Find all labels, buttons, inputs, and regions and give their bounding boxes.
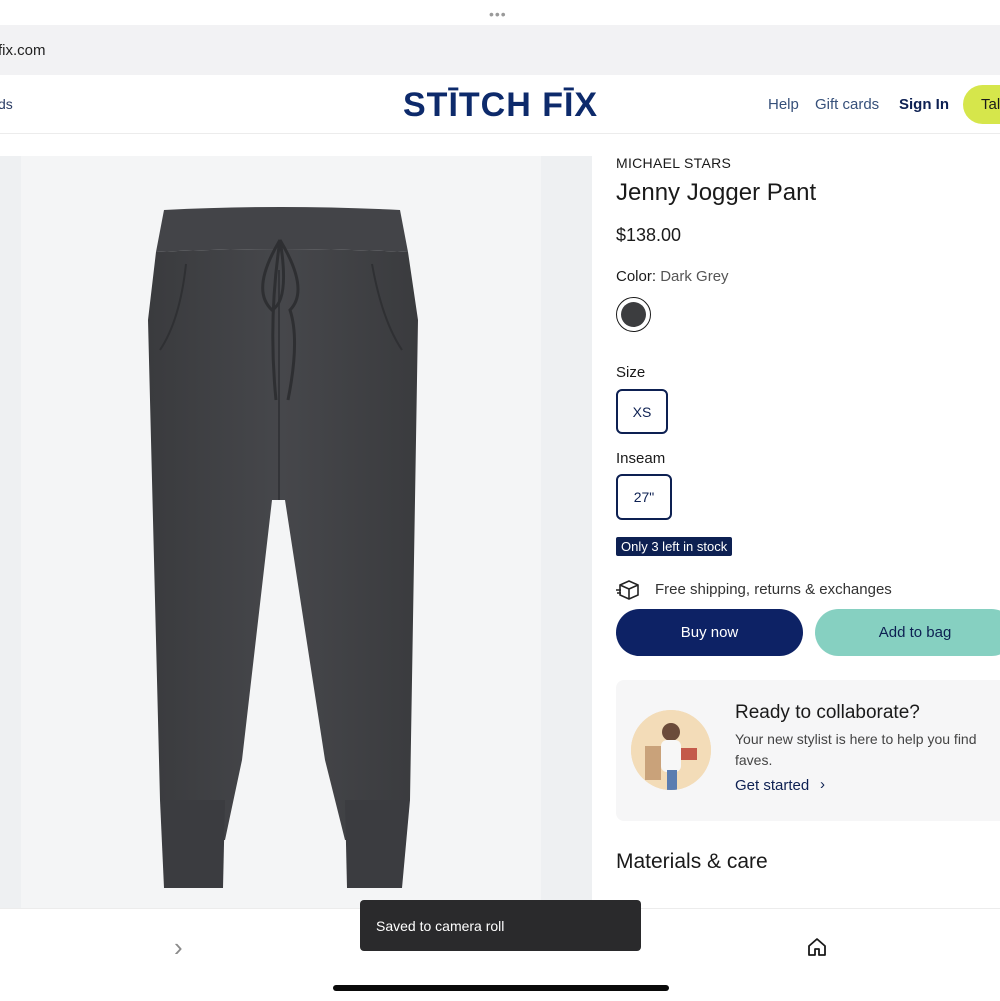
color-value: Dark Grey bbox=[660, 268, 729, 285]
get-started-link[interactable]: Get started bbox=[735, 777, 809, 794]
shipping-text: Free shipping, returns & exchanges bbox=[655, 581, 892, 598]
inseam-label: Inseam bbox=[616, 450, 666, 467]
product-image[interactable] bbox=[140, 200, 430, 900]
home-indicator[interactable] bbox=[333, 985, 669, 991]
stylist-avatar bbox=[631, 710, 711, 790]
stock-badge: Only 3 left in stock bbox=[616, 537, 733, 556]
color-row: Color: Dark Grey bbox=[616, 268, 729, 285]
inseam-option-27[interactable]: 27" bbox=[616, 474, 672, 520]
buy-now-button[interactable]: Buy now bbox=[616, 609, 803, 656]
url-text[interactable]: fix.com bbox=[0, 42, 46, 59]
nav-gift-cards[interactable]: Gift cards bbox=[815, 96, 879, 113]
chevron-right-icon[interactable]: › bbox=[174, 932, 183, 963]
size-option-xs[interactable]: XS bbox=[616, 389, 668, 434]
tab-handle-dots[interactable]: ••• bbox=[489, 6, 507, 22]
nav-help[interactable]: Help bbox=[768, 96, 799, 113]
stitch-fix-logo[interactable]: STĪTCH FĪX bbox=[403, 86, 598, 125]
nav-sign-in[interactable]: Sign In bbox=[899, 96, 949, 113]
collaborate-title: Ready to collaborate? bbox=[735, 702, 920, 723]
header-left-link[interactable]: ds bbox=[0, 96, 13, 112]
color-label: Color: bbox=[616, 268, 657, 285]
product-title: Jenny Jogger Pant bbox=[616, 179, 817, 206]
color-swatch-fill bbox=[621, 302, 646, 327]
chevron-right-icon[interactable]: › bbox=[820, 776, 825, 793]
box-icon bbox=[616, 580, 639, 600]
home-icon[interactable] bbox=[806, 936, 828, 958]
product-price: $138.00 bbox=[616, 225, 682, 245]
size-label: Size bbox=[616, 364, 646, 381]
product-brand[interactable]: MICHAEL STARS bbox=[616, 155, 731, 171]
collaborate-body: Your new stylist is here to help you fin… bbox=[735, 731, 977, 768]
address-bar[interactable] bbox=[0, 25, 1000, 75]
materials-care-heading[interactable]: Materials & care bbox=[616, 850, 768, 874]
toast-saved-to-camera-roll: Saved to camera roll bbox=[360, 900, 641, 951]
nav-cta-label: Tal bbox=[981, 96, 1000, 113]
add-to-bag-button[interactable]: Add to bag bbox=[815, 609, 1000, 656]
